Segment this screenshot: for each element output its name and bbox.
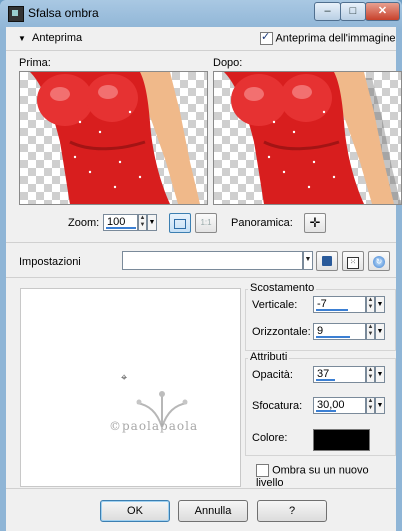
horizontal-level-bar [316, 336, 350, 338]
watermark-text: ©paolapaola [109, 419, 199, 433]
settings-dropdown-arrow[interactable]: ▼ [303, 251, 313, 270]
collapse-arrow-icon[interactable]: ▼ [18, 34, 26, 43]
ok-button[interactable]: OK [100, 500, 170, 522]
shadow-position-canvas[interactable]: ⌖ ©paolapaola [20, 288, 241, 487]
shadow-color-swatch[interactable] [313, 429, 370, 451]
pan-crosshair-icon: ✛ [309, 215, 321, 230]
pan-button[interactable]: ✛ [304, 213, 326, 233]
crosshair-icon: ⌖ [121, 372, 128, 384]
horizontal-spinner[interactable]: ▲ ▼ [366, 323, 375, 340]
zoom-fit-icon [174, 219, 186, 229]
new-layer-toggle[interactable]: Ombra su un nuovo livello [256, 464, 396, 489]
minimize-button[interactable]: – [314, 2, 341, 21]
after-label: Dopo: [213, 57, 243, 69]
divider [6, 50, 396, 51]
blur-spinner[interactable]: ▲ ▼ [366, 397, 375, 414]
zoom-dropdown[interactable]: ▼ [147, 214, 157, 231]
vertical-input[interactable]: -7 [313, 296, 366, 313]
after-image [224, 72, 401, 204]
cancel-button[interactable]: Annulla [178, 500, 248, 522]
window-title: Sfalsa ombra [28, 6, 99, 20]
preview-section-label: Anteprima [32, 32, 83, 44]
zoom-actual-size-button[interactable]: 1:1 [195, 213, 217, 233]
show-preview-label: Anteprima dell'immagine [275, 32, 396, 45]
actual-size-icon: 1:1 [200, 218, 212, 227]
color-label: Colore: [252, 432, 288, 444]
save-preset-button[interactable] [316, 251, 338, 271]
vertical-label: Verticale: [252, 299, 298, 311]
reset-icon: ↻ [373, 256, 385, 268]
help-button[interactable]: ? [257, 500, 327, 522]
close-button[interactable]: ✕ [365, 2, 400, 21]
floppy-disk-icon [322, 256, 332, 266]
vertical-dropdown[interactable]: ▼ [375, 296, 385, 313]
horizontal-input[interactable]: 9 [313, 323, 366, 340]
title-bar[interactable]: Sfalsa ombra – □ ✕ [0, 0, 402, 26]
new-layer-checkbox[interactable] [256, 464, 269, 477]
zoom-spinner[interactable]: ▲ ▼ [138, 214, 147, 231]
divider [6, 488, 396, 489]
new-layer-label: Ombra su un nuovo livello [256, 464, 369, 489]
divider [6, 277, 396, 278]
randomize-button[interactable]: ⁙ [342, 251, 364, 271]
dialog-window: Sfalsa ombra – □ ✕ ▼ Anteprima Anteprima… [0, 0, 402, 531]
dialog-client: ▼ Anteprima Anteprima dell'immagine Prim… [6, 27, 402, 531]
horizontal-label: Orizzontale: [252, 326, 311, 338]
show-preview-toggle[interactable]: Anteprima dell'immagine [260, 30, 396, 45]
settings-combobox[interactable] [122, 251, 303, 270]
opacity-label: Opacità: [252, 369, 293, 381]
attributes-group-label: Attributi [248, 351, 290, 363]
opacity-level-bar [316, 379, 335, 381]
before-preview[interactable] [19, 71, 208, 205]
before-image [30, 72, 200, 204]
zoom-label: Zoom: [68, 217, 100, 229]
blur-input[interactable]: 30,00 [313, 397, 366, 414]
maximize-button[interactable]: □ [340, 2, 366, 21]
app-icon [8, 6, 24, 22]
reset-button[interactable]: ↻ [368, 251, 390, 271]
divider [6, 242, 396, 243]
before-label: Prima: [19, 57, 51, 69]
show-preview-checkbox[interactable] [260, 30, 273, 45]
zoom-level-bar [106, 227, 136, 229]
zoom-fit-button[interactable] [169, 213, 191, 233]
settings-label: Impostazioni [19, 256, 81, 268]
offset-group-label: Scostamento [248, 282, 317, 294]
opacity-spinner[interactable]: ▲ ▼ [366, 366, 375, 383]
dice-icon: ⁙ [347, 257, 359, 269]
vertical-spinner[interactable]: ▲ ▼ [366, 296, 375, 313]
opacity-dropdown[interactable]: ▼ [375, 366, 385, 383]
blur-level-bar [316, 410, 336, 412]
blur-dropdown[interactable]: ▼ [375, 397, 385, 414]
pan-label: Panoramica: [231, 217, 293, 229]
blur-label: Sfocatura: [252, 400, 303, 412]
horizontal-dropdown[interactable]: ▼ [375, 323, 385, 340]
after-preview[interactable] [213, 71, 402, 205]
opacity-input[interactable]: 37 [313, 366, 366, 383]
zoom-input[interactable]: 100 [103, 214, 138, 231]
vertical-level-bar [316, 309, 348, 311]
